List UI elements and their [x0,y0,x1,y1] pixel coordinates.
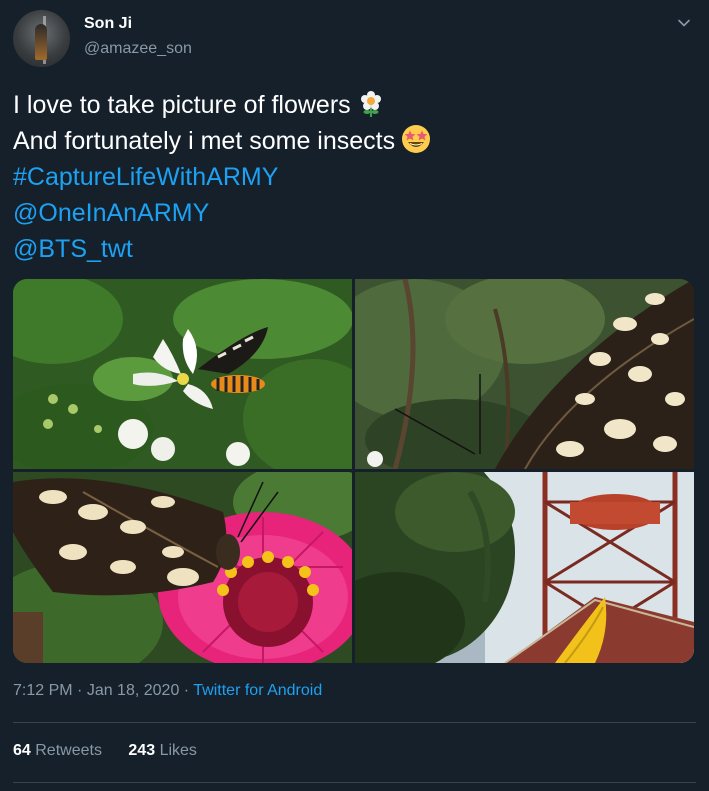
tweet-source-link[interactable]: Twitter for Android [193,682,322,699]
avatar-figure [35,24,47,60]
tweet-meta: 7:12 PM · Jan 18, 2020 · Twitter for And… [13,682,322,700]
chevron-down-icon[interactable] [677,16,691,30]
meta-separator-2: · [179,682,194,699]
tweet-text: I love to take picture of flowers And fo… [13,87,693,267]
divider [13,782,696,783]
star-struck-emoji-icon [402,125,431,153]
likes-label: Likes [159,742,197,759]
photo-tree-and-tower[interactable] [355,472,694,663]
photo-butterfly-on-zinnia[interactable] [13,472,352,663]
flower-emoji-icon [360,91,381,117]
meta-separator: · [72,682,87,699]
author-display-name[interactable]: Son Ji [84,15,132,33]
media-grid [13,279,694,663]
hashtag-link[interactable]: #CaptureLifeWithARMY [13,159,693,195]
retweets-count: 64 [13,742,31,759]
tweet-line-1-text: I love to take picture of flowers [13,91,351,119]
tweet-date[interactable]: Jan 18, 2020 [87,682,180,699]
tweet-card: Son Ji @amazee_son I love to take pictur… [0,0,709,791]
divider [13,722,696,723]
likes-count: 243 [128,742,156,759]
tweet-time[interactable]: 7:12 PM [13,682,73,699]
tweet-line-2: And fortunately i met some insects [13,123,693,159]
retweets-label: Retweets [35,742,102,759]
avatar[interactable] [13,10,70,67]
photo-butterfly-wing[interactable] [355,279,694,469]
tweet-stats: 64 Retweets 243 Likes [13,742,219,760]
author-handle[interactable]: @amazee_son [84,40,192,58]
tweet-line-2-text: And fortunately i met some insects [13,127,396,155]
tweet-line-1: I love to take picture of flowers [13,87,693,123]
photo-moth-on-flower[interactable] [13,279,352,469]
mention-link-oneinanarmy[interactable]: @OneInAnARMY [13,195,693,231]
retweets-stat[interactable]: 64 Retweets [13,742,102,759]
likes-stat[interactable]: 243 Likes [128,742,197,759]
mention-link-bts[interactable]: @BTS_twt [13,231,693,267]
